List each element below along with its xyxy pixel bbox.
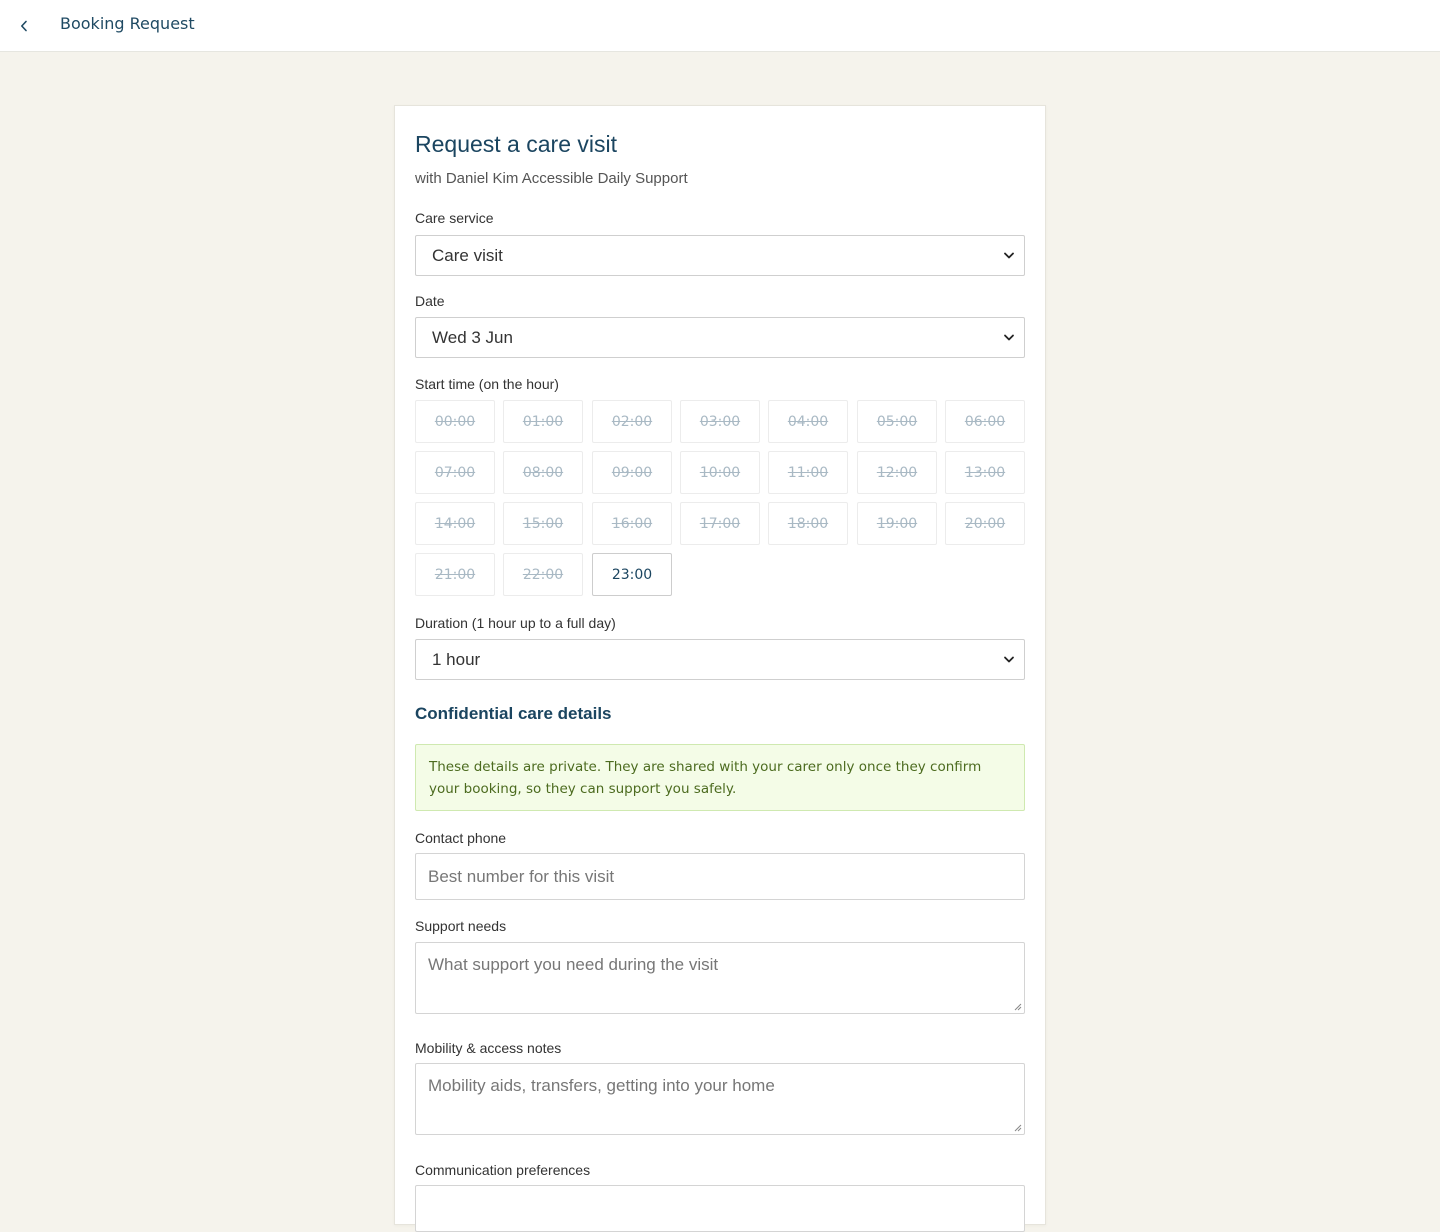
mobility-notes-textarea[interactable]: Mobility aids, transfers, getting into y…: [415, 1063, 1025, 1135]
time-slot: 10:00: [680, 451, 760, 494]
time-slot: 12:00: [857, 451, 937, 494]
contact-phone-label: Contact phone: [415, 830, 507, 846]
communication-input[interactable]: [415, 1185, 1025, 1232]
time-slot: 21:00: [415, 553, 495, 596]
date-value: Wed 3 Jun: [432, 327, 513, 347]
time-slot: 06:00: [945, 400, 1025, 443]
back-button[interactable]: [10, 13, 38, 39]
resize-grip-icon[interactable]: [1013, 1123, 1022, 1132]
support-needs-textarea[interactable]: What support you need during the visit: [415, 942, 1025, 1014]
time-slot: 18:00: [768, 502, 848, 545]
form-title: Request a care visit: [415, 131, 617, 157]
communication-label: Communication preferences: [415, 1162, 591, 1178]
mobility-notes-placeholder: Mobility aids, transfers, getting into y…: [428, 1076, 775, 1095]
form-subtitle: with Daniel Kim Accessible Daily Support: [415, 170, 688, 187]
time-slot: 02:00: [592, 400, 672, 443]
time-slot: 01:00: [503, 400, 583, 443]
page-title: Booking Request: [60, 14, 195, 33]
chevron-down-icon: [1004, 334, 1014, 341]
time-slot: 15:00: [503, 502, 583, 545]
time-slot: 08:00: [503, 451, 583, 494]
time-slot[interactable]: 23:00: [592, 553, 672, 596]
care-service-label: Care service: [415, 210, 494, 226]
time-slot: 22:00: [503, 553, 583, 596]
care-service-select[interactable]: Care visit: [415, 235, 1025, 276]
duration-label: Duration (1 hour up to a full day): [415, 615, 616, 631]
support-needs-placeholder: What support you need during the visit: [428, 955, 719, 974]
date-select[interactable]: Wed 3 Jun: [415, 317, 1025, 358]
booking-form-card: Request a care visit with Daniel Kim Acc…: [394, 105, 1046, 1232]
chevron-down-icon: [1004, 656, 1014, 663]
time-slot: 00:00: [415, 400, 495, 443]
duration-select[interactable]: 1 hour: [415, 639, 1025, 680]
support-needs-label: Support needs: [415, 918, 507, 934]
time-slot: 05:00: [857, 400, 937, 443]
contact-phone-input[interactable]: Best number for this visit: [415, 853, 1025, 900]
time-slot: 09:00: [592, 451, 672, 494]
chevron-down-icon: [1004, 252, 1014, 259]
time-slot: 13:00: [945, 451, 1025, 494]
time-slot: 17:00: [680, 502, 760, 545]
care-service-value: Care visit: [432, 245, 503, 265]
contact-phone-placeholder: Best number for this visit: [428, 866, 615, 886]
resize-grip-icon[interactable]: [1013, 1002, 1022, 1011]
top-bar: Booking Request: [0, 0, 1440, 52]
duration-value: 1 hour: [432, 649, 481, 669]
time-slot: 16:00: [592, 502, 672, 545]
time-slot: 20:00: [945, 502, 1025, 545]
mobility-notes-label: Mobility & access notes: [415, 1040, 562, 1056]
time-slot: 03:00: [680, 400, 760, 443]
time-slot: 19:00: [857, 502, 937, 545]
time-slot: 07:00: [415, 451, 495, 494]
confidential-heading: Confidential care details: [415, 704, 612, 723]
time-slot: 04:00: [768, 400, 848, 443]
time-slot: 11:00: [768, 451, 848, 494]
privacy-notice: These details are private. They are shar…: [415, 744, 1025, 811]
start-time-label: Start time (on the hour): [415, 376, 559, 392]
chevron-left-icon: [21, 20, 27, 32]
time-slot: 14:00: [415, 502, 495, 545]
date-label: Date: [415, 293, 445, 309]
